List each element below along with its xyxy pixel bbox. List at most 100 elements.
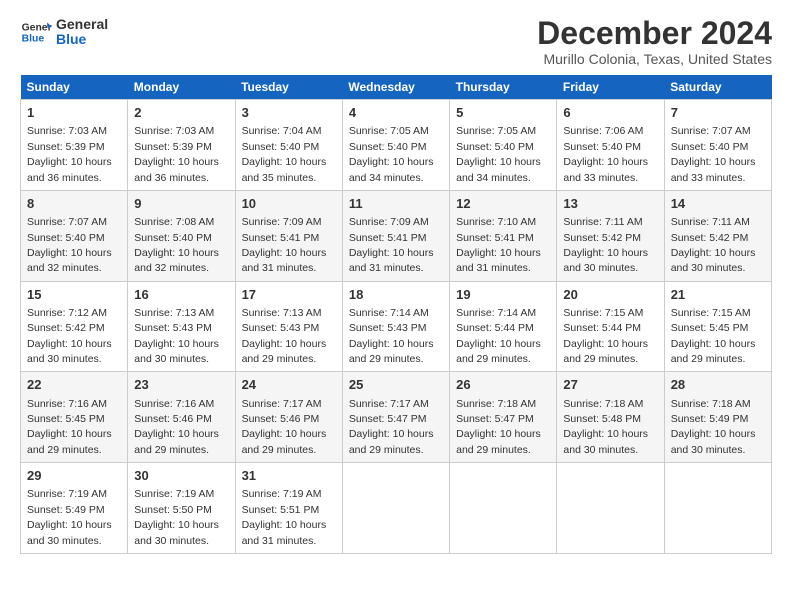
day-cell: 28 Sunrise: 7:18 AM Sunset: 5:49 PM Dayli… xyxy=(664,372,771,463)
day-number: 24 xyxy=(242,376,336,394)
day-number: 17 xyxy=(242,286,336,304)
day-info: Sunrise: 7:18 AM Sunset: 5:47 PM Dayligh… xyxy=(456,398,541,456)
day-number: 8 xyxy=(27,195,121,213)
day-info: Sunrise: 7:14 AM Sunset: 5:43 PM Dayligh… xyxy=(349,307,434,365)
day-number: 12 xyxy=(456,195,550,213)
day-info: Sunrise: 7:08 AM Sunset: 5:40 PM Dayligh… xyxy=(134,216,219,274)
page-title: December 2024 xyxy=(537,16,772,51)
day-cell: 22 Sunrise: 7:16 AM Sunset: 5:45 PM Dayli… xyxy=(21,372,128,463)
day-info: Sunrise: 7:06 AM Sunset: 5:40 PM Dayligh… xyxy=(563,125,648,183)
day-info: Sunrise: 7:03 AM Sunset: 5:39 PM Dayligh… xyxy=(134,125,219,183)
day-cell xyxy=(664,463,771,554)
day-cell xyxy=(557,463,664,554)
day-number: 20 xyxy=(563,286,657,304)
header-row: SundayMondayTuesdayWednesdayThursdayFrid… xyxy=(21,75,772,100)
header: General Blue General Blue December 2024 … xyxy=(20,16,772,67)
day-info: Sunrise: 7:12 AM Sunset: 5:42 PM Dayligh… xyxy=(27,307,112,365)
day-info: Sunrise: 7:11 AM Sunset: 5:42 PM Dayligh… xyxy=(671,216,756,274)
day-info: Sunrise: 7:18 AM Sunset: 5:49 PM Dayligh… xyxy=(671,398,756,456)
day-info: Sunrise: 7:14 AM Sunset: 5:44 PM Dayligh… xyxy=(456,307,541,365)
day-cell: 1Sunrise: 7:03 AM Sunset: 5:39 PM Daylig… xyxy=(21,100,128,191)
day-cell: 5 Sunrise: 7:05 AM Sunset: 5:40 PM Daylig… xyxy=(450,100,557,191)
day-number: 25 xyxy=(349,376,443,394)
main-container: General Blue General Blue December 2024 … xyxy=(0,0,792,564)
day-info: Sunrise: 7:05 AM Sunset: 5:40 PM Dayligh… xyxy=(349,125,434,183)
col-header-tuesday: Tuesday xyxy=(235,75,342,100)
day-cell: 30 Sunrise: 7:19 AM Sunset: 5:50 PM Dayli… xyxy=(128,463,235,554)
day-cell: 31 Sunrise: 7:19 AM Sunset: 5:51 PM Dayli… xyxy=(235,463,342,554)
page-subtitle: Murillo Colonia, Texas, United States xyxy=(537,51,772,67)
day-cell: 27Sunrise: 7:18 AM Sunset: 5:48 PM Dayli… xyxy=(557,372,664,463)
day-cell: 19 Sunrise: 7:14 AM Sunset: 5:44 PM Dayli… xyxy=(450,281,557,372)
day-cell: 4 Sunrise: 7:05 AM Sunset: 5:40 PM Daylig… xyxy=(342,100,449,191)
logo: General Blue General Blue xyxy=(20,16,108,48)
day-number: 10 xyxy=(242,195,336,213)
col-header-friday: Friday xyxy=(557,75,664,100)
col-header-thursday: Thursday xyxy=(450,75,557,100)
week-row-2: 8 Sunrise: 7:07 AM Sunset: 5:40 PM Daylig… xyxy=(21,190,772,281)
day-info: Sunrise: 7:15 AM Sunset: 5:44 PM Dayligh… xyxy=(563,307,648,365)
logo-line2: Blue xyxy=(56,32,108,47)
day-info: Sunrise: 7:07 AM Sunset: 5:40 PM Dayligh… xyxy=(27,216,112,274)
day-cell: 17 Sunrise: 7:13 AM Sunset: 5:43 PM Dayli… xyxy=(235,281,342,372)
day-info: Sunrise: 7:03 AM Sunset: 5:39 PM Dayligh… xyxy=(27,125,112,183)
day-info: Sunrise: 7:18 AM Sunset: 5:48 PM Dayligh… xyxy=(563,398,648,456)
day-cell: 26Sunrise: 7:18 AM Sunset: 5:47 PM Dayli… xyxy=(450,372,557,463)
day-cell xyxy=(342,463,449,554)
day-info: Sunrise: 7:16 AM Sunset: 5:46 PM Dayligh… xyxy=(134,398,219,456)
day-cell: 6 Sunrise: 7:06 AM Sunset: 5:40 PM Daylig… xyxy=(557,100,664,191)
day-cell: 9 Sunrise: 7:08 AM Sunset: 5:40 PM Daylig… xyxy=(128,190,235,281)
day-info: Sunrise: 7:05 AM Sunset: 5:40 PM Dayligh… xyxy=(456,125,541,183)
day-number: 11 xyxy=(349,195,443,213)
day-info: Sunrise: 7:09 AM Sunset: 5:41 PM Dayligh… xyxy=(242,216,327,274)
day-info: Sunrise: 7:16 AM Sunset: 5:45 PM Dayligh… xyxy=(27,398,112,456)
day-number: 19 xyxy=(456,286,550,304)
day-cell: 12 Sunrise: 7:10 AM Sunset: 5:41 PM Dayli… xyxy=(450,190,557,281)
day-info: Sunrise: 7:13 AM Sunset: 5:43 PM Dayligh… xyxy=(242,307,327,365)
day-info: Sunrise: 7:10 AM Sunset: 5:41 PM Dayligh… xyxy=(456,216,541,274)
day-number: 31 xyxy=(242,467,336,485)
day-info: Sunrise: 7:09 AM Sunset: 5:41 PM Dayligh… xyxy=(349,216,434,274)
week-row-5: 29Sunrise: 7:19 AM Sunset: 5:49 PM Dayli… xyxy=(21,463,772,554)
day-cell: 16Sunrise: 7:13 AM Sunset: 5:43 PM Dayli… xyxy=(128,281,235,372)
day-cell: 24 Sunrise: 7:17 AM Sunset: 5:46 PM Dayli… xyxy=(235,372,342,463)
day-info: Sunrise: 7:19 AM Sunset: 5:50 PM Dayligh… xyxy=(134,488,219,546)
day-number: 28 xyxy=(671,376,765,394)
day-number: 6 xyxy=(563,104,657,122)
day-number: 5 xyxy=(456,104,550,122)
title-block: December 2024 Murillo Colonia, Texas, Un… xyxy=(537,16,772,67)
day-number: 18 xyxy=(349,286,443,304)
day-cell: 21 Sunrise: 7:15 AM Sunset: 5:45 PM Dayli… xyxy=(664,281,771,372)
day-cell: 15 Sunrise: 7:12 AM Sunset: 5:42 PM Dayli… xyxy=(21,281,128,372)
day-info: Sunrise: 7:17 AM Sunset: 5:47 PM Dayligh… xyxy=(349,398,434,456)
day-number: 29 xyxy=(27,467,121,485)
day-info: Sunrise: 7:19 AM Sunset: 5:51 PM Dayligh… xyxy=(242,488,327,546)
day-number: 30 xyxy=(134,467,228,485)
week-row-1: 1Sunrise: 7:03 AM Sunset: 5:39 PM Daylig… xyxy=(21,100,772,191)
logo-line1: General xyxy=(56,17,108,32)
day-number: 2 xyxy=(134,104,228,122)
day-info: Sunrise: 7:11 AM Sunset: 5:42 PM Dayligh… xyxy=(563,216,648,274)
week-row-4: 22 Sunrise: 7:16 AM Sunset: 5:45 PM Dayli… xyxy=(21,372,772,463)
week-row-3: 15 Sunrise: 7:12 AM Sunset: 5:42 PM Dayli… xyxy=(21,281,772,372)
day-info: Sunrise: 7:17 AM Sunset: 5:46 PM Dayligh… xyxy=(242,398,327,456)
day-number: 21 xyxy=(671,286,765,304)
day-cell: 20 Sunrise: 7:15 AM Sunset: 5:44 PM Dayli… xyxy=(557,281,664,372)
day-cell: 11 Sunrise: 7:09 AM Sunset: 5:41 PM Dayli… xyxy=(342,190,449,281)
day-info: Sunrise: 7:04 AM Sunset: 5:40 PM Dayligh… xyxy=(242,125,327,183)
day-number: 3 xyxy=(242,104,336,122)
day-cell: 29Sunrise: 7:19 AM Sunset: 5:49 PM Dayli… xyxy=(21,463,128,554)
day-number: 23 xyxy=(134,376,228,394)
day-cell: 3 Sunrise: 7:04 AM Sunset: 5:40 PM Daylig… xyxy=(235,100,342,191)
col-header-saturday: Saturday xyxy=(664,75,771,100)
day-number: 15 xyxy=(27,286,121,304)
day-number: 22 xyxy=(27,376,121,394)
day-info: Sunrise: 7:07 AM Sunset: 5:40 PM Dayligh… xyxy=(671,125,756,183)
day-number: 16 xyxy=(134,286,228,304)
logo-icon: General Blue xyxy=(20,16,52,48)
day-number: 9 xyxy=(134,195,228,213)
day-number: 4 xyxy=(349,104,443,122)
day-cell: 13Sunrise: 7:11 AM Sunset: 5:42 PM Dayli… xyxy=(557,190,664,281)
day-cell: 18 Sunrise: 7:14 AM Sunset: 5:43 PM Dayli… xyxy=(342,281,449,372)
day-info: Sunrise: 7:15 AM Sunset: 5:45 PM Dayligh… xyxy=(671,307,756,365)
